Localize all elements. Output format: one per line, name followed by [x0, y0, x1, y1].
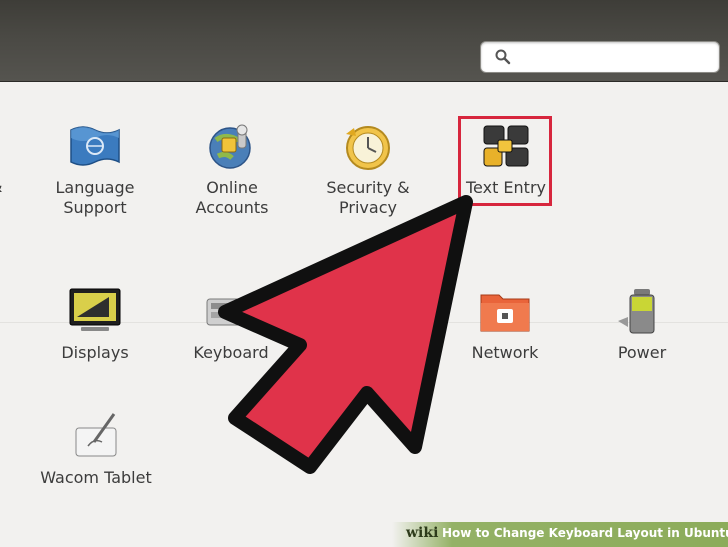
item-label-line1: Wacom Tablet	[40, 468, 152, 487]
item-label-line1: Network	[471, 343, 539, 362]
item-online-accounts[interactable]: Online Accounts	[187, 122, 277, 218]
item-label-line1: Online	[206, 178, 258, 197]
item-wacom-tablet[interactable]: Wacom Tablet	[36, 412, 156, 488]
partial-item-label: &	[0, 177, 2, 196]
item-label-line1: Mouse &	[333, 343, 403, 362]
watermark-title-text: to Change Keyboard Layout in Ubuntu	[475, 526, 728, 540]
item-power[interactable]: Power	[597, 287, 687, 363]
watermark-banner: wiki How to Change Keyboard Layout in Ub…	[392, 522, 728, 547]
search-icon	[495, 49, 511, 65]
item-keyboard[interactable]: Keyboard	[186, 287, 276, 363]
watermark-title: How to Change Keyboard Layout in Ubuntu	[442, 526, 728, 540]
item-displays[interactable]: Displays	[50, 287, 140, 363]
item-security-privacy[interactable]: Security & Privacy	[323, 122, 413, 218]
keyboard-icon	[206, 298, 256, 326]
item-mouse-touchpad[interactable]: Mouse & Touchpad	[323, 287, 413, 383]
search-input[interactable]	[519, 46, 713, 68]
wikihow-logo: wiki	[406, 525, 439, 541]
item-label-line1: Language	[55, 178, 135, 197]
mouse-icon	[357, 290, 379, 328]
item-label-line2: Support	[63, 198, 127, 217]
online-accounts-icon	[209, 124, 251, 169]
item-label-line2: Touchpad	[329, 363, 407, 382]
header-toolbar	[0, 0, 728, 82]
language-flag-icon	[70, 126, 120, 166]
displays-monitor-icon	[69, 288, 121, 331]
security-clock-icon	[346, 126, 390, 170]
watermark-how: How	[442, 526, 472, 540]
item-label-line2: Privacy	[339, 198, 397, 217]
item-label-line1: Displays	[61, 343, 129, 362]
wacom-tablet-icon	[75, 413, 117, 457]
item-label-line2: Accounts	[195, 198, 269, 217]
battery-power-icon	[618, 289, 655, 334]
item-label-line1: Security &	[326, 178, 410, 197]
item-label-line1: Power	[617, 343, 667, 362]
item-network[interactable]: Network	[460, 287, 550, 363]
search-box[interactable]	[480, 41, 720, 73]
item-label-line1: Keyboard	[193, 343, 269, 362]
network-folder-icon	[480, 294, 530, 332]
highlight-box	[458, 116, 552, 206]
item-language-support[interactable]: Language Support	[50, 122, 140, 218]
